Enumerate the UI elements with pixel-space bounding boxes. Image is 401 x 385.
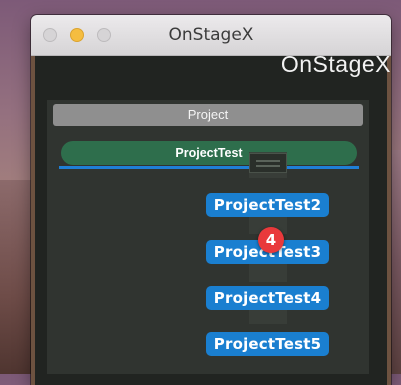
project-list-item[interactable]: ProjectTest2: [206, 193, 329, 217]
drag-ghost-segment: [249, 262, 287, 282]
drag-handle-icon[interactable]: [249, 153, 287, 173]
current-project-item[interactable]: ProjectTest: [61, 141, 357, 165]
drag-count-badge: 4: [258, 227, 284, 253]
window-titlebar[interactable]: OnStageX: [31, 15, 391, 56]
app-title: OnStageX: [280, 51, 391, 77]
project-header: Project: [53, 104, 363, 126]
project-list-item[interactable]: ProjectTest5: [206, 332, 329, 356]
drag-ghost-segment: [249, 308, 287, 324]
window-title: OnStageX: [168, 25, 254, 45]
project-list-item[interactable]: ProjectTest4: [206, 286, 329, 310]
drop-indicator-line: [59, 166, 359, 169]
